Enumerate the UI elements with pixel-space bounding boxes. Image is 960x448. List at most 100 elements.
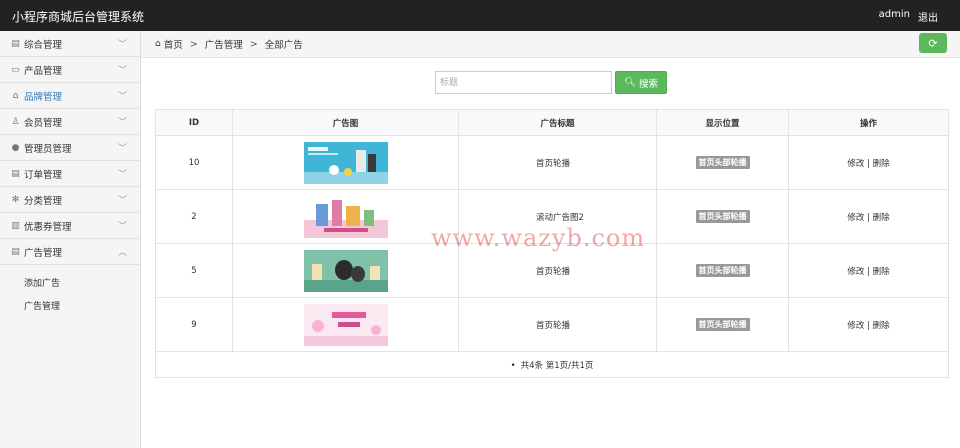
cell-title: 首页轮播 (458, 135, 657, 190)
sidebar-item-admins[interactable]: ● 管理员管理 ﹀ (0, 135, 140, 161)
cell-position: 首页头部轮播 (656, 189, 789, 244)
sidebar-item-categories[interactable]: ✻ 分类管理 ﹀ (0, 187, 140, 213)
cell-title: 首页轮播 (458, 243, 657, 298)
col-header-position: 显示位置 (656, 109, 789, 136)
sidebar-item-label: 订单管理 (24, 169, 63, 181)
pager-text: 共4条 第1页/共1页 (520, 360, 594, 371)
cell-id: 9 (155, 297, 233, 352)
sidebar-item-general[interactable]: ▤ 综合管理 ﹀ (0, 31, 140, 57)
chevron-down-icon: ﹀ (117, 196, 127, 206)
sidebar-subitem-add-ad[interactable]: 添加广告 (0, 271, 140, 294)
top-bar: 小程序商城后台管理系统 admin 退出 (0, 0, 960, 31)
col-header-id: ID (155, 109, 233, 136)
chevron-up-icon: ︿ (117, 248, 127, 258)
sidebar-item-products[interactable]: ▭ 产品管理 ﹀ (0, 57, 140, 83)
ad-thumbnail (303, 141, 388, 184)
cell-image (232, 297, 459, 352)
cell-position: 首页头部轮播 (656, 135, 789, 190)
delete-link[interactable]: 删除 (873, 267, 890, 277)
cell-ops: 修改 | 删除 (788, 135, 949, 190)
edit-link[interactable]: 修改 (847, 267, 864, 277)
position-badge: 首页头部轮播 (695, 264, 750, 277)
logout-link[interactable]: 退出 (918, 9, 938, 24)
cell-title: 首页轮播 (458, 297, 657, 352)
cell-position: 首页头部轮播 (656, 243, 789, 298)
list-alt-icon: ▤ (11, 168, 20, 179)
delete-link[interactable]: 删除 (873, 321, 890, 331)
breadcrumb: ⌂ 首页 > 广告管理 > 全部广告 (141, 31, 960, 58)
bag-icon: ⌂ (12, 90, 19, 101)
cell-title: 滚动广告图2 (458, 189, 657, 244)
breadcrumb-ads[interactable]: 广告管理 (205, 37, 243, 51)
sidebar-item-label: 产品管理 (24, 65, 63, 77)
chevron-down-icon: ﹀ (117, 40, 127, 50)
ad-thumbnail (303, 195, 388, 238)
main-content: ⌂ 首页 > 广告管理 > 全部广告 ⟳ 🔍︎ 搜索 ID 广告图 广告标题 显… (141, 31, 960, 448)
edit-link[interactable]: 修改 (847, 159, 864, 169)
sidebar-item-label: 品牌管理 (24, 91, 63, 103)
search-icon: 🔍︎ (623, 77, 637, 88)
sidebar-item-label: 管理员管理 (24, 143, 72, 155)
table-row: 10 首页轮播 首页头部轮播 修改 | 删除 (155, 135, 949, 190)
app-title: 小程序商城后台管理系统 (12, 10, 145, 24)
search-input[interactable] (435, 71, 612, 94)
breadcrumb-separator: > (249, 38, 258, 50)
cell-ops: 修改 | 删除 (788, 189, 949, 244)
search-button[interactable]: 🔍︎ 搜索 (615, 71, 667, 94)
sidebar-subitem-manage-ads[interactable]: 广告管理 (0, 294, 140, 317)
username-link[interactable]: admin (879, 9, 910, 24)
user-icon: ● (11, 142, 20, 153)
ops-separator: | (867, 266, 870, 277)
list-icon: ▤ (11, 38, 20, 49)
cell-id: 2 (155, 189, 233, 244)
search-bar: 🔍︎ 搜索 (435, 71, 667, 94)
col-header-ops: 操作 (788, 109, 949, 136)
sidebar-item-label: 优惠券管理 (24, 221, 72, 233)
image-icon: ▭ (11, 64, 20, 75)
cell-image (232, 189, 459, 244)
breadcrumb-separator: > (189, 38, 198, 50)
sidebar-item-orders[interactable]: ▤ 订单管理 ﹀ (0, 161, 140, 187)
position-badge: 首页头部轮播 (695, 318, 750, 331)
ad-thumbnail (303, 303, 388, 346)
refresh-icon: ⟳ (928, 36, 938, 50)
sidebar-item-label: 广告管理 (24, 247, 63, 259)
user-area: admin 退出 (879, 9, 938, 24)
position-badge: 首页头部轮播 (695, 210, 750, 223)
chevron-down-icon: ﹀ (117, 170, 127, 180)
ads-table-wrap: ID 广告图 广告标题 显示位置 操作 10 首页轮播 首页头部轮播 修改 | … (155, 109, 949, 378)
table-row: 2 滚动广告图2 首页头部轮播 修改 | 删除 (155, 189, 949, 244)
sidebar-item-label: 分类管理 (24, 195, 63, 207)
edit-link[interactable]: 修改 (847, 213, 864, 223)
delete-link[interactable]: 删除 (873, 213, 890, 223)
search-button-label: 搜索 (639, 78, 659, 90)
home-icon: ⌂ (155, 39, 161, 49)
pager-row: • 共4条 第1页/共1页 (155, 351, 949, 378)
chevron-down-icon: ﹀ (117, 144, 127, 154)
sidebar-item-ads[interactable]: ▤ 广告管理 ︿ (0, 239, 140, 265)
sidebar-item-coupons[interactable]: ▥ 优惠券管理 ﹀ (0, 213, 140, 239)
delete-link[interactable]: 删除 (873, 159, 890, 169)
position-badge: 首页头部轮播 (695, 156, 750, 169)
breadcrumb-current: 全部广告 (264, 40, 303, 51)
sidebar-item-members[interactable]: ♙ 会员管理 ﹀ (0, 109, 140, 135)
cell-position: 首页头部轮播 (656, 297, 789, 352)
col-header-image: 广告图 (232, 109, 459, 136)
sidebar: ▤ 综合管理 ﹀ ▭ 产品管理 ﹀ ⌂ 品牌管理 ﹀ ♙ 会员管理 ﹀ ● 管理… (0, 31, 141, 448)
refresh-button[interactable]: ⟳ (919, 33, 947, 53)
edit-link[interactable]: 修改 (847, 321, 864, 331)
table-row: 9 首页轮播 首页头部轮播 修改 | 删除 (155, 297, 949, 352)
ops-separator: | (867, 212, 870, 223)
chevron-down-icon: ﹀ (117, 92, 127, 102)
cell-image (232, 243, 459, 298)
breadcrumb-home[interactable]: 首页 (164, 37, 183, 51)
col-header-title: 广告标题 (458, 109, 657, 136)
cell-ops: 修改 | 删除 (788, 297, 949, 352)
sidebar-item-brands[interactable]: ⌂ 品牌管理 ﹀ (0, 83, 140, 109)
user-outline-icon: ♙ (11, 116, 20, 127)
ops-separator: | (867, 320, 870, 331)
ads-table: ID 广告图 广告标题 显示位置 操作 10 首页轮播 首页头部轮播 修改 | … (155, 109, 949, 378)
sidebar-item-label: 综合管理 (24, 39, 63, 51)
bullet-icon: • (510, 360, 516, 371)
cell-image (232, 135, 459, 190)
